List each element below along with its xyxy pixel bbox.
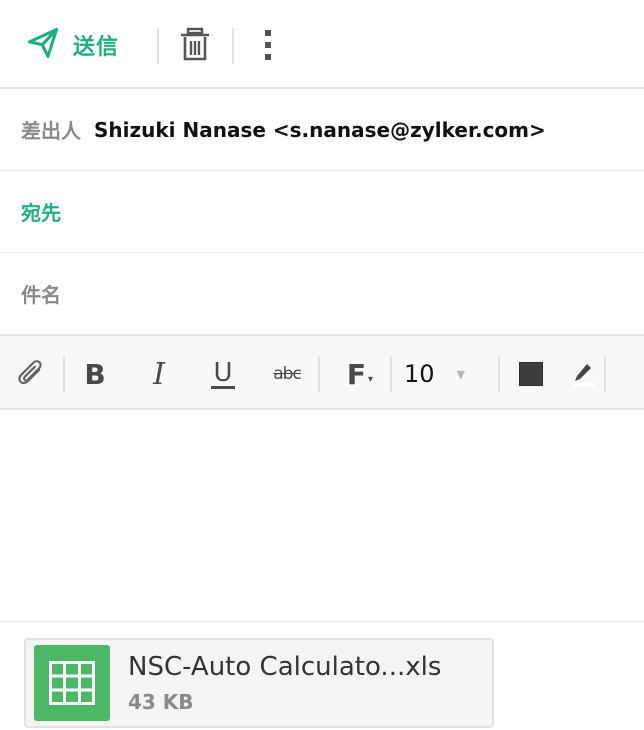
delete-button[interactable]	[178, 26, 212, 64]
font-size-select[interactable]: 10 ▼	[404, 354, 484, 394]
underline-button[interactable]: U	[205, 354, 241, 394]
toolbar-divider	[232, 28, 234, 64]
to-row[interactable]: 宛先	[0, 171, 644, 253]
toolbar-divider	[604, 356, 606, 392]
toolbar-divider	[390, 356, 392, 392]
text-color-button[interactable]	[514, 354, 548, 394]
italic-button[interactable]: I	[142, 354, 176, 394]
toolbar-divider	[498, 356, 500, 392]
strikethrough-icon: abc	[273, 364, 302, 384]
attachment-item[interactable]: NSC-Auto Calculato...xls 43 KB	[24, 638, 494, 728]
subject-row[interactable]: 件名	[0, 253, 644, 334]
attach-button[interactable]	[14, 354, 50, 394]
strikethrough-button[interactable]: abc	[268, 354, 306, 394]
send-label: 送信	[73, 35, 120, 60]
paper-plane-icon	[26, 26, 60, 64]
highlighter-pen-icon	[573, 364, 595, 387]
toolbar-divider	[318, 356, 320, 392]
attachment-divider	[0, 621, 644, 622]
toolbar-divider	[157, 28, 159, 64]
toolbar-divider	[63, 356, 65, 392]
italic-icon: I	[153, 356, 165, 392]
trash-icon	[181, 27, 209, 61]
font-family-button[interactable]: F ▾	[340, 354, 380, 394]
from-row: 差出人 Shizuki Nanase <s.nanase@zylker.com>	[0, 89, 644, 171]
bold-button[interactable]: B	[78, 354, 112, 394]
font-size-value: 10	[404, 360, 435, 388]
underline-icon: U	[211, 357, 235, 389]
formatting-toolbar: B I U abc F ▾ 10 ▼	[0, 334, 644, 410]
attachment-size: 43 KB	[128, 690, 194, 714]
from-value[interactable]: Shizuki Nanase <s.nanase@zylker.com>	[94, 118, 546, 142]
highlight-button[interactable]	[566, 354, 600, 394]
to-label[interactable]: 宛先	[21, 197, 61, 226]
message-body-editor[interactable]	[0, 410, 644, 621]
vertical-ellipsis-icon	[265, 30, 271, 60]
compose-window: 送信 差出人 Shizuki Nanase <s.nanase@zylker.c…	[0, 0, 644, 730]
text-color-swatch	[519, 362, 543, 386]
attachment-name: NSC-Auto Calculato...xls	[128, 652, 442, 682]
send-button[interactable]: 送信	[26, 26, 119, 64]
chevron-down-icon: ▼	[456, 367, 466, 381]
from-label: 差出人	[21, 119, 81, 143]
compose-action-bar: 送信	[0, 0, 644, 89]
paperclip-icon	[18, 360, 42, 385]
bold-icon: B	[84, 357, 106, 391]
spreadsheet-icon	[34, 645, 110, 721]
more-options-button[interactable]	[256, 26, 280, 64]
subject-label: 件名	[21, 283, 61, 307]
font-icon: F ▾	[346, 357, 374, 391]
